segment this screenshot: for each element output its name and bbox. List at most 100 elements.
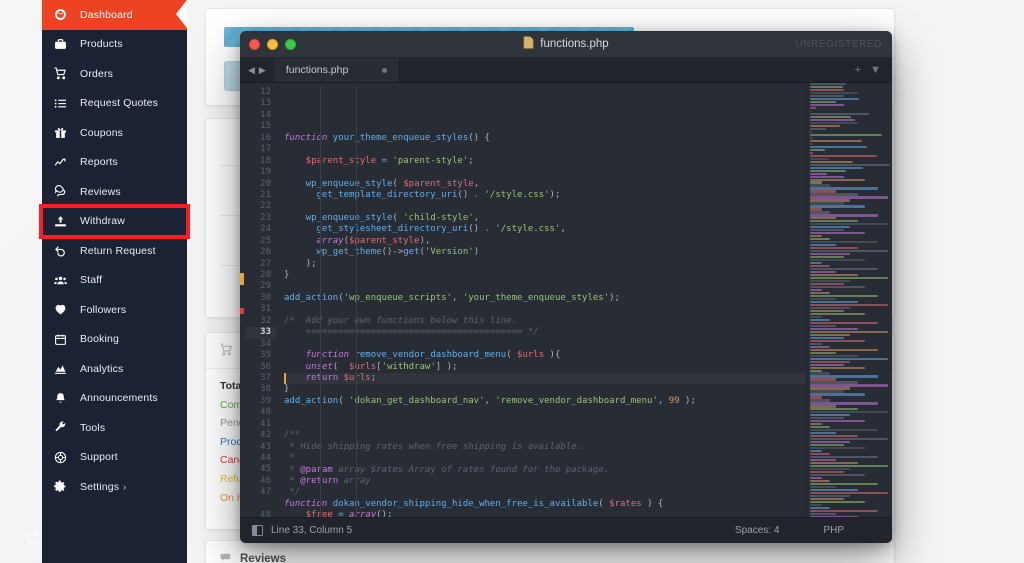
code-line[interactable]: * @return array <box>284 476 892 487</box>
code-line[interactable]: * <box>284 453 892 464</box>
line-number: 17 <box>260 144 271 155</box>
minimap-line <box>810 199 850 202</box>
sidebar-item-return-request[interactable]: Return Request <box>42 236 187 266</box>
code-line[interactable] <box>284 167 892 178</box>
tabbar-tools[interactable]: + ▼ <box>843 58 892 82</box>
sidebar-item-label: Products <box>80 38 123 51</box>
code-line[interactable]: get_template_directory_uri() . '/style.c… <box>284 190 892 201</box>
external-link-icon[interactable] <box>27 531 40 549</box>
sidebar-item-products[interactable]: Products <box>42 30 187 60</box>
tab-functions-php[interactable]: functions.php <box>273 58 401 82</box>
close-icon[interactable] <box>249 38 260 50</box>
minimap-line <box>810 330 888 333</box>
code-line[interactable]: function remove_vendor_dashboard_menu( $… <box>284 350 892 361</box>
minimap-line <box>810 157 829 160</box>
minimap-line <box>810 91 859 95</box>
minimap-line <box>810 372 830 375</box>
cart-icon <box>54 67 74 80</box>
code-line[interactable] <box>284 419 892 430</box>
sidebar-item-announcements[interactable]: Announcements <box>42 384 187 414</box>
maximize-icon[interactable] <box>285 38 296 50</box>
code-line[interactable] <box>284 304 892 315</box>
line-number: 16 <box>260 132 271 143</box>
code-line[interactable]: add_action( 'dokan_get_dashboard_nav', '… <box>284 396 892 407</box>
minimap-line <box>810 217 836 220</box>
add-tab-icon[interactable]: + <box>855 64 861 76</box>
sidebar-item-support[interactable]: Support <box>42 443 187 473</box>
code-line[interactable]: } <box>284 270 892 281</box>
code-line[interactable]: wp_enqueue_style( 'child-style', <box>284 213 892 224</box>
minimap-line <box>810 178 865 181</box>
code-line[interactable]: unset( $urls['withdraw'] ); <box>284 362 892 373</box>
sidebar-item-reviews[interactable]: Reviews <box>42 177 187 207</box>
code-line[interactable]: /** <box>284 430 892 441</box>
cart-icon <box>220 343 233 359</box>
language-mode[interactable]: PHP <box>823 525 844 536</box>
unregistered-badge: UNREGISTERED <box>795 38 882 50</box>
sidebar-item-followers[interactable]: Followers <box>42 295 187 325</box>
minimap-line <box>810 148 826 151</box>
sidebar-item-request-quotes[interactable]: Request Quotes <box>42 89 187 119</box>
code-line[interactable] <box>284 144 892 155</box>
statusbar-right[interactable]: Spaces: 4 PHP <box>735 525 880 536</box>
code-line[interactable]: } <box>284 384 892 395</box>
sidebar-item-analytics[interactable]: Analytics <box>42 354 187 384</box>
code-line[interactable]: return $urls; <box>284 373 892 385</box>
code-line[interactable]: * @param array $rates Array of rates fou… <box>284 465 892 476</box>
line-number: 39 <box>260 395 271 406</box>
comments-icon <box>54 185 74 198</box>
code-line[interactable]: ); <box>284 259 892 270</box>
editor-titlebar[interactable]: functions.php UNREGISTERED <box>240 31 892 58</box>
sidebar-item-coupons[interactable]: Coupons <box>42 118 187 148</box>
line-number: 36 <box>260 361 271 372</box>
sidebar-item-withdraw[interactable]: Withdraw <box>39 203 190 239</box>
line-number: 45 <box>260 464 271 475</box>
chevron-down-icon[interactable]: ▼ <box>870 64 881 76</box>
code-line[interactable]: get_stylesheet_directory_uri() . '/style… <box>284 224 892 235</box>
indent-setting[interactable]: Spaces: 4 <box>735 525 779 536</box>
code-line[interactable]: wp_get_theme()->get('Version') <box>284 247 892 258</box>
calendar-icon <box>54 333 74 346</box>
code-line[interactable]: $free = array(); <box>284 510 892 517</box>
code-line[interactable] <box>284 407 892 418</box>
code-line[interactable]: ========================================… <box>284 327 892 338</box>
minimap-line <box>810 232 865 235</box>
code-line[interactable] <box>284 201 892 212</box>
code-line[interactable]: function your_theme_enqueue_styles() { <box>284 133 892 144</box>
sidebar-item-reports[interactable]: Reports <box>42 148 187 178</box>
code-line[interactable]: * Hide shipping rates when free shipping… <box>284 442 892 453</box>
sidebar-item-booking[interactable]: Booking <box>42 325 187 355</box>
sidebar-item-tools[interactable]: Tools <box>42 413 187 443</box>
code-line[interactable]: wp_enqueue_style( $parent_style, <box>284 179 892 190</box>
line-number: 19 <box>260 167 271 178</box>
tab-back-icon[interactable]: ◀ <box>248 65 255 76</box>
minimap-line <box>810 432 836 435</box>
vendor-sidebar: Dashboard Products Orders Request Quotes Cou… <box>39 0 190 563</box>
code-line[interactable]: array($parent_style), <box>284 236 892 247</box>
editor-code-area[interactable]: 12 13 14 15 16 17 18 19 20 21 22 23 24 25 26 27 28 29 30 31… <box>240 83 892 517</box>
code-line[interactable]: /* Add your own functions below this lin… <box>284 316 892 327</box>
code-line[interactable]: */ <box>284 487 892 498</box>
sidebar-item-staff[interactable]: Staff <box>42 266 187 296</box>
source-code[interactable]: function your_theme_enqueue_styles() { $… <box>276 83 892 517</box>
minimap-line <box>810 447 865 450</box>
code-line[interactable]: function dokan_vendor_shipping_hide_when… <box>284 499 892 510</box>
minimap-line <box>810 118 855 121</box>
code-line[interactable]: $parent_style = 'parent-style'; <box>284 156 892 167</box>
code-line[interactable] <box>284 282 892 293</box>
code-minimap[interactable] <box>806 83 892 517</box>
cursor-position[interactable]: Line 33, Column 5 <box>271 525 352 536</box>
tab-forward-icon[interactable]: ▶ <box>259 65 266 76</box>
sidebar-item-orders[interactable]: Orders <box>42 59 187 89</box>
statusbar-left[interactable]: Line 33, Column 5 <box>252 525 352 536</box>
minimap-line <box>810 459 836 462</box>
toggle-sidebar-icon[interactable] <box>252 525 263 536</box>
window-controls[interactable] <box>240 38 296 50</box>
sidebar-item-settings[interactable]: Settings › <box>42 472 187 502</box>
chart-bar-icon <box>54 362 74 375</box>
code-line[interactable]: add_action('wp_enqueue_scripts', 'your_t… <box>284 293 892 304</box>
minimize-icon[interactable] <box>267 38 278 50</box>
sidebar-item-dashboard[interactable]: Dashboard <box>42 0 187 30</box>
code-line[interactable] <box>284 339 892 350</box>
tab-nav-arrows[interactable]: ◀ ▶ <box>240 58 274 82</box>
